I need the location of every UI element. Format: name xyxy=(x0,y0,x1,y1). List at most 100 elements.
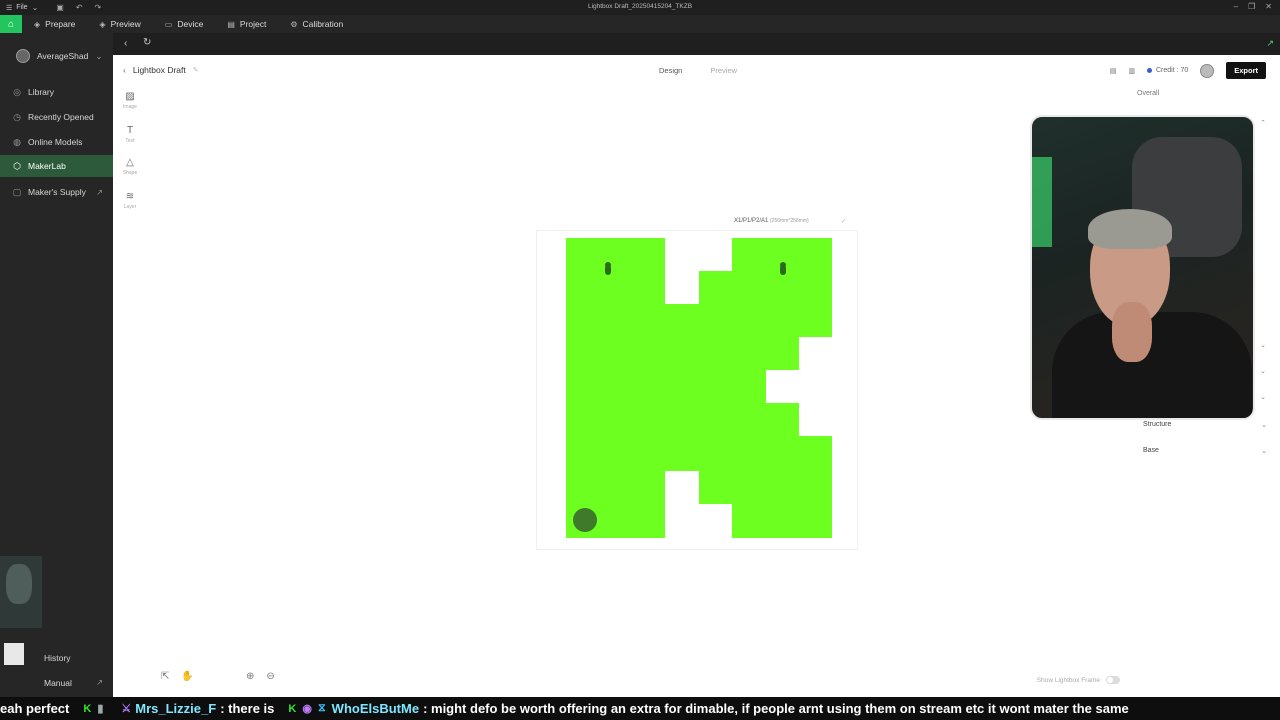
tool-label: Layer xyxy=(123,204,137,210)
credit-display[interactable]: Credit : 70 xyxy=(1146,67,1188,74)
nav-calibration-label: Calibration xyxy=(302,19,344,29)
section-label: Base xyxy=(1143,447,1159,454)
nav-prepare-label: Prepare xyxy=(45,19,76,29)
show-frame-label: Show Lightbox Frame xyxy=(1036,676,1100,684)
history-icon[interactable]: ▥ xyxy=(1128,67,1135,75)
section-label: Structure xyxy=(1143,421,1172,428)
close-icon[interactable]: ✕ xyxy=(1265,2,1272,11)
back-icon[interactable]: ‹ xyxy=(123,65,126,75)
top-nav: ⌂ ◈ Prepare ◈ Preview ▭ Device ▤ Project ⚙ Ca… xyxy=(0,15,1280,33)
nav-calibration[interactable]: ⚙ Calibration xyxy=(278,15,355,33)
export-button[interactable]: Export xyxy=(1226,62,1266,79)
badge-icon: ⧖ xyxy=(317,702,326,714)
zoom-controls: ⊕ ⊖ xyxy=(246,671,275,682)
tool-text[interactable]: T Text xyxy=(121,125,139,144)
nav-project-label: Project xyxy=(239,19,267,29)
device-icon: ▭ xyxy=(164,19,173,29)
toggle-switch[interactable] xyxy=(1106,676,1120,684)
sidebar-item-makerlab[interactable]: ⬡ MakerLab xyxy=(0,155,113,177)
sidebar-item-makers-supply[interactable]: ▢ Maker's Supply ↗ xyxy=(0,181,113,203)
history-link[interactable]: History xyxy=(44,653,70,663)
nav-prepare[interactable]: ◈ Prepare xyxy=(22,15,87,33)
chevron-down-icon[interactable]: ⌄ xyxy=(1260,393,1266,401)
tab-preview[interactable]: Preview xyxy=(710,66,737,75)
chevron-down-icon[interactable]: ⌄ xyxy=(1260,367,1266,375)
sidebar: AverageShad ⌄ ◎ Library ◷ Recently Opened … xyxy=(0,33,113,697)
section-base[interactable]: Base ⌄ xyxy=(1143,447,1267,455)
chat-message: : there is xyxy=(220,701,275,716)
user-name: AverageShad xyxy=(37,51,89,61)
preview-icon: ◈ xyxy=(99,19,106,29)
home-button[interactable]: ⌂ xyxy=(0,15,22,33)
sidebar-item-label: Library xyxy=(28,87,54,97)
avatar xyxy=(16,49,30,63)
tool-label: Text xyxy=(125,138,135,144)
nav-device[interactable]: ▭ Device xyxy=(153,15,216,33)
history-thumbnail xyxy=(4,643,24,665)
zoom-out-icon[interactable]: ⊖ xyxy=(266,671,274,682)
nav-device-label: Device xyxy=(177,19,204,29)
avatar[interactable] xyxy=(1200,63,1215,78)
printer-model: X1/P1/P2/A1 xyxy=(734,218,769,224)
webcam-overlay xyxy=(1030,115,1255,420)
globe-icon: ◍ xyxy=(13,136,21,147)
chat-user: WhoElsButMe xyxy=(331,701,420,716)
sidebar-item-library[interactable]: ◎ Library xyxy=(0,81,113,103)
section-structure[interactable]: Structure ⌄ xyxy=(1143,421,1267,429)
panel-title: Overall xyxy=(1137,90,1160,97)
sidebar-item-recent[interactable]: ◷ Recently Opened xyxy=(0,106,113,128)
shape-icon: △ xyxy=(126,157,134,168)
save-icon[interactable]: ▤ xyxy=(1110,67,1117,75)
printer-label: X1/P1/P2/A1 (256mm*256mm) xyxy=(734,218,809,224)
refresh-icon[interactable]: ↻ xyxy=(143,37,151,48)
select-icon[interactable]: ⇱ xyxy=(161,671,169,682)
chat-message: : might defo be worth offering an extra … xyxy=(423,701,1129,716)
nav-project[interactable]: ▤ Project xyxy=(215,15,278,33)
user-menu[interactable]: AverageShad ⌄ xyxy=(16,49,102,63)
chevron-down-icon[interactable]: ⌄ xyxy=(1260,341,1266,349)
lightbox-board[interactable] xyxy=(566,238,832,538)
edit-icon[interactable]: ✎ xyxy=(193,66,199,74)
tool-layer[interactable]: ≋ Layer xyxy=(121,191,139,210)
kick-icon: K xyxy=(83,702,92,715)
calibration-icon: ⚙ xyxy=(290,19,298,29)
prepare-icon: ◈ xyxy=(34,19,41,29)
zoom-in-icon[interactable]: ⊕ xyxy=(246,671,254,682)
open-external-icon[interactable]: ↗ xyxy=(1266,38,1274,49)
tool-shape[interactable]: △ Shape xyxy=(121,157,139,176)
window-title: Lightbox Draft_20250415204_TKZB xyxy=(587,3,693,10)
ticker-text: eah perfect xyxy=(0,701,70,716)
credit-icon xyxy=(1146,68,1152,73)
app-window: { "window": { "menu_label": "File", "tit… xyxy=(0,0,1280,720)
tool-image[interactable]: ▨ Image xyxy=(121,91,139,110)
text-icon: T xyxy=(126,125,134,136)
nav-preview-label: Preview xyxy=(110,19,141,29)
badge-icon: ◉ xyxy=(302,703,312,715)
chevron-up-icon[interactable]: ⌃ xyxy=(1260,119,1266,127)
tab-design[interactable]: Design xyxy=(659,66,682,75)
show-frame-toggle[interactable]: Show Lightbox Frame xyxy=(1037,676,1120,684)
sword-icon: ⚔ xyxy=(121,703,132,715)
sidebar-item-online-models[interactable]: ◍ Online Models xyxy=(0,131,113,153)
keyhole-right xyxy=(780,262,786,275)
camera-thumbnail xyxy=(0,556,42,628)
sidebar-item-label: Recently Opened xyxy=(28,112,94,122)
back-icon[interactable]: ‹ xyxy=(124,38,127,49)
minimize-icon[interactable]: – xyxy=(1234,2,1238,11)
light-hole xyxy=(573,508,597,532)
restore-icon[interactable]: ❐ xyxy=(1248,2,1255,11)
nav-preview[interactable]: ◈ Preview xyxy=(87,15,152,33)
chevron-down-icon: ⌄ xyxy=(1261,448,1267,455)
background-light xyxy=(1032,157,1052,247)
tool-label: Image xyxy=(123,104,137,110)
browser-bar: ‹ ↻ ↗ xyxy=(113,33,1280,55)
project-icon: ▤ xyxy=(227,19,235,29)
board-shape xyxy=(566,238,832,538)
breadcrumb: ‹ Lightbox Draft ✎ xyxy=(123,65,199,75)
hand-icon[interactable]: ✋ xyxy=(181,671,193,682)
manual-link[interactable]: Manual xyxy=(44,678,72,688)
chat-ticker: eah perfect K ▮ ⚔ Mrs_Lizzie_F : there i… xyxy=(0,697,1280,720)
person-body xyxy=(1052,312,1252,418)
bed-size: (256mm*256mm) xyxy=(770,218,809,224)
kick-icon: K xyxy=(288,702,297,715)
